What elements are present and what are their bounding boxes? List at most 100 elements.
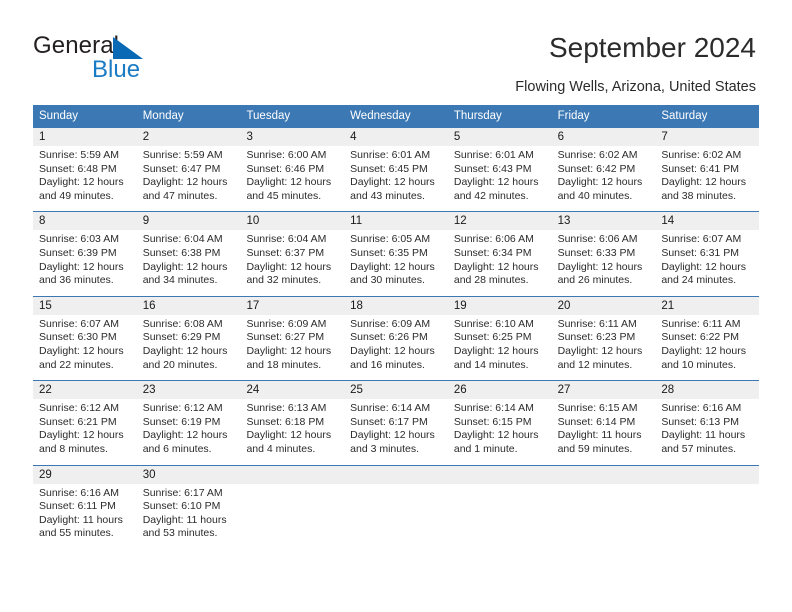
day-cell[interactable]: 26 Sunrise: 6:14 AM Sunset: 6:15 PM Dayl… [447,381,552,456]
sunset-text: Sunset: 6:19 PM [142,415,221,428]
daylight-text-line1: Daylight: 12 hours [350,429,435,442]
daylight-text-line1: Daylight: 11 hours [661,429,746,442]
day-details: Sunrise: 6:01 AM Sunset: 6:43 PM Dayligh… [448,146,552,203]
day-number: 24 [240,381,345,400]
sunset-text: Sunset: 6:45 PM [350,162,428,175]
daylight-text-line1: Daylight: 12 hours [39,344,124,357]
day-cell[interactable]: 14 Sunrise: 6:07 AM Sunset: 6:31 PM Dayl… [655,212,760,287]
daylight-text-line2: and 40 minutes. [557,189,633,202]
weekday-header-row: Sunday Monday Tuesday Wednesday Thursday… [33,105,759,128]
daylight-text-line2: and 14 minutes. [453,358,529,371]
daylight-text-line1: Daylight: 12 hours [661,344,746,357]
sunrise-text: Sunrise: 6:11 AM [661,317,741,330]
day-number: 28 [655,381,760,400]
sunset-text: Sunset: 6:18 PM [246,415,325,428]
sunset-text: Sunset: 6:15 PM [453,415,532,428]
day-cell[interactable]: 1 Sunrise: 5:59 AM Sunset: 6:48 PM Dayli… [33,128,137,203]
day-details: Sunrise: 6:11 AM Sunset: 6:22 PM Dayligh… [655,315,759,372]
day-cell[interactable]: 21 Sunrise: 6:11 AM Sunset: 6:22 PM Dayl… [655,296,760,372]
day-details: Sunrise: 5:59 AM Sunset: 6:48 PM Dayligh… [33,146,137,203]
day-cell[interactable]: 22 Sunrise: 6:12 AM Sunset: 6:21 PM Dayl… [33,381,137,456]
sunset-text: Sunset: 6:46 PM [246,162,325,175]
day-cell-empty [447,465,552,541]
daylight-text-line1: Daylight: 12 hours [39,260,124,273]
daylight-text-line2: and 47 minutes. [142,189,218,202]
sunset-text: Sunset: 6:17 PM [350,415,428,428]
day-number: 26 [447,381,552,400]
sunset-text: Sunset: 6:38 PM [142,246,221,259]
daylight-text-line1: Daylight: 12 hours [453,344,539,357]
day-number: 6 [551,128,656,146]
daylight-text-line1: Daylight: 12 hours [350,344,435,357]
day-cell[interactable]: 20 Sunrise: 6:11 AM Sunset: 6:23 PM Dayl… [551,296,656,372]
sunset-text: Sunset: 6:30 PM [39,331,117,344]
day-details: Sunrise: 6:11 AM Sunset: 6:23 PM Dayligh… [552,315,656,372]
sunrise-text: Sunrise: 6:16 AM [39,486,119,499]
day-cell[interactable]: 9 Sunrise: 6:04 AM Sunset: 6:38 PM Dayli… [136,212,241,287]
sunset-text: Sunset: 6:39 PM [39,246,117,259]
daylight-text-line2: and 42 minutes. [453,189,529,202]
day-cell[interactable]: 13 Sunrise: 6:06 AM Sunset: 6:33 PM Dayl… [551,212,656,287]
day-cell[interactable]: 28 Sunrise: 6:16 AM Sunset: 6:13 PM Dayl… [655,381,760,456]
general-blue-logo[interactable]: General Blue [33,32,233,88]
sunrise-text: Sunrise: 6:14 AM [350,402,431,415]
weekday-header-monday: Monday [142,110,184,122]
day-details: Sunrise: 6:01 AM Sunset: 6:45 PM Dayligh… [344,146,448,203]
day-cell[interactable]: 23 Sunrise: 6:12 AM Sunset: 6:19 PM Dayl… [136,381,241,456]
day-number: 23 [136,381,241,400]
day-details: Sunrise: 6:09 AM Sunset: 6:27 PM Dayligh… [240,315,344,372]
daylight-text-line1: Daylight: 12 hours [142,344,228,357]
day-cell[interactable]: 17 Sunrise: 6:09 AM Sunset: 6:27 PM Dayl… [240,296,345,372]
weekday-header-tuesday: Tuesday [246,110,291,122]
day-cell[interactable]: 27 Sunrise: 6:15 AM Sunset: 6:14 PM Dayl… [551,381,656,456]
daylight-text-line2: and 12 minutes. [557,358,633,371]
daylight-text-line2: and 24 minutes. [661,274,737,287]
daylight-text-line2: and 8 minutes. [39,442,108,455]
day-cell[interactable]: 25 Sunrise: 6:14 AM Sunset: 6:17 PM Dayl… [344,381,448,456]
day-cell[interactable]: 19 Sunrise: 6:10 AM Sunset: 6:25 PM Dayl… [447,296,552,372]
daylight-text-line2: and 36 minutes. [39,274,114,287]
day-number: 19 [447,296,552,315]
day-number: 17 [240,296,345,315]
sunset-text: Sunset: 6:43 PM [453,162,532,175]
sunrise-text: Sunrise: 6:12 AM [142,402,223,415]
day-cell[interactable]: 18 Sunrise: 6:09 AM Sunset: 6:26 PM Dayl… [344,296,448,372]
sunrise-text: Sunrise: 6:03 AM [39,233,119,246]
sunset-text: Sunset: 6:35 PM [350,246,428,259]
day-cell[interactable]: 10 Sunrise: 6:04 AM Sunset: 6:37 PM Dayl… [240,212,345,287]
daylight-text-line2: and 38 minutes. [661,189,737,202]
day-cell[interactable]: 4 Sunrise: 6:01 AM Sunset: 6:45 PM Dayli… [344,128,448,203]
day-cell[interactable]: 15 Sunrise: 6:07 AM Sunset: 6:30 PM Dayl… [33,296,137,372]
day-cell[interactable]: 11 Sunrise: 6:05 AM Sunset: 6:35 PM Dayl… [344,212,448,287]
sunset-text: Sunset: 6:14 PM [557,415,636,428]
day-cell[interactable]: 12 Sunrise: 6:06 AM Sunset: 6:34 PM Dayl… [447,212,552,287]
day-number: 8 [33,212,137,231]
day-cell[interactable]: 3 Sunrise: 6:00 AM Sunset: 6:46 PM Dayli… [240,128,345,203]
day-number: 3 [240,128,345,146]
day-cell[interactable]: 29 Sunrise: 6:16 AM Sunset: 6:11 PM Dayl… [33,465,137,541]
day-details: Sunrise: 6:16 AM Sunset: 6:13 PM Dayligh… [655,399,759,456]
day-number: 4 [344,128,448,146]
day-number: 13 [551,212,656,231]
sunrise-text: Sunrise: 6:16 AM [661,402,742,415]
day-details [552,484,656,487]
day-cell[interactable]: 7 Sunrise: 6:02 AM Sunset: 6:41 PM Dayli… [655,128,760,203]
daylight-text-line1: Daylight: 12 hours [453,176,539,189]
daylight-text-line1: Daylight: 12 hours [246,176,332,189]
daylight-text-line1: Daylight: 12 hours [142,429,228,442]
sunrise-text: Sunrise: 6:08 AM [142,317,223,330]
day-number: 2 [136,128,241,146]
day-cell[interactable]: 8 Sunrise: 6:03 AM Sunset: 6:39 PM Dayli… [33,212,137,287]
sunrise-text: Sunrise: 6:13 AM [246,402,327,415]
daylight-text-line2: and 6 minutes. [142,442,212,455]
day-cell[interactable]: 16 Sunrise: 6:08 AM Sunset: 6:29 PM Dayl… [136,296,241,372]
day-cell[interactable]: 6 Sunrise: 6:02 AM Sunset: 6:42 PM Dayli… [551,128,656,203]
day-cell[interactable]: 2 Sunrise: 5:59 AM Sunset: 6:47 PM Dayli… [136,128,241,203]
day-cell[interactable]: 30 Sunrise: 6:17 AM Sunset: 6:10 PM Dayl… [136,465,241,541]
sunrise-text: Sunrise: 6:04 AM [246,233,327,246]
day-cell[interactable]: 24 Sunrise: 6:13 AM Sunset: 6:18 PM Dayl… [240,381,345,456]
daylight-text-line1: Daylight: 12 hours [246,344,332,357]
day-cell[interactable]: 5 Sunrise: 6:01 AM Sunset: 6:43 PM Dayli… [447,128,552,203]
day-details: Sunrise: 6:07 AM Sunset: 6:31 PM Dayligh… [655,230,759,287]
day-details: Sunrise: 6:05 AM Sunset: 6:35 PM Dayligh… [344,230,448,287]
